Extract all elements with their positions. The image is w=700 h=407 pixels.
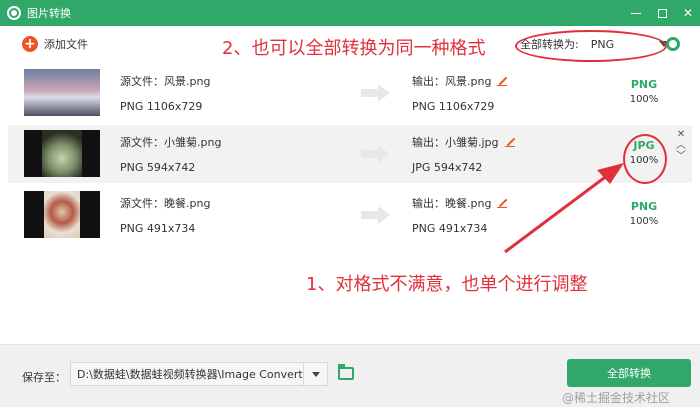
add-file-label: 添加文件 (44, 38, 88, 51)
format-label: PNG (630, 78, 658, 91)
close-icon: ✕ (682, 6, 694, 20)
add-icon: + (22, 36, 38, 52)
source-meta: PNG 491x734 (120, 222, 196, 235)
output-name: 输出：小雏菊.jpg (412, 136, 499, 149)
minimize-button[interactable] (630, 6, 642, 20)
arrow-right-icon (361, 84, 391, 102)
format-selector[interactable]: PNG 100% (622, 200, 666, 227)
annotation-ellipse-format (623, 134, 667, 184)
folder-icon[interactable] (338, 364, 354, 380)
minimize-icon (631, 13, 641, 14)
arrow-right-icon (361, 206, 391, 224)
annotation-ellipse-top (515, 30, 667, 62)
progress-label: 100% (629, 216, 659, 227)
save-path-select[interactable]: D:\数据蛙\数据蛙视频转换器\Image Converter (70, 362, 328, 386)
maximize-button[interactable] (656, 6, 668, 20)
thumbnail-landscape (24, 69, 100, 116)
save-to-label: 保存至： (22, 371, 66, 384)
source-meta: PNG 1106x729 (120, 100, 203, 113)
output-name: 输出：风景.png (412, 75, 492, 88)
output-name-field: 输出：晚餐.png (412, 195, 508, 211)
remove-row-button[interactable]: ✕ (675, 129, 687, 140)
output-meta: PNG 1106x729 (412, 100, 495, 113)
edit-icon[interactable] (497, 198, 508, 208)
save-path-dropdown-button[interactable] (303, 363, 327, 385)
thumbnail-dinner (24, 191, 100, 238)
close-button[interactable]: ✕ (682, 6, 694, 20)
row-controls: ✕ ︿ ﹀ (675, 129, 687, 162)
output-meta: PNG 491x734 (412, 222, 488, 235)
file-row[interactable]: 源文件：小雏菊.png PNG 594x742 输出：小雏菊.jpg JPG 5… (8, 125, 692, 183)
file-list: 源文件：风景.png PNG 1106x729 输出：风景.png PNG 11… (8, 64, 692, 244)
output-name: 输出：晚餐.png (412, 197, 492, 210)
move-down-icon[interactable]: ﹀ (675, 151, 687, 162)
window-title: 图片转换 (27, 7, 71, 20)
gear-icon[interactable] (666, 37, 680, 51)
thumbnail-daisy (24, 130, 100, 177)
move-up-icon[interactable]: ︿ (675, 140, 687, 151)
caret-down-icon (311, 371, 320, 377)
output-meta: JPG 594x742 (412, 161, 483, 174)
window-controls: ✕ (630, 0, 694, 26)
annotation-top: 2、也可以全部转换为同一种格式 (222, 38, 486, 59)
annotation-bottom: 1、对格式不满意，也单个进行调整 (306, 274, 588, 295)
progress-label: 100% (629, 94, 659, 105)
source-name: 源文件：小雏菊.png (120, 136, 222, 149)
format-selector[interactable]: PNG 100% (622, 78, 666, 105)
edit-icon[interactable] (497, 76, 508, 86)
file-row[interactable]: 源文件：风景.png PNG 1106x729 输出：风景.png PNG 11… (8, 64, 692, 122)
app-logo-icon (7, 6, 21, 20)
arrow-right-icon (361, 145, 391, 163)
maximize-icon (657, 9, 667, 18)
footer: 保存至： D:\数据蛙\数据蛙视频转换器\Image Converter 全部转… (0, 344, 700, 407)
watermark: @稀土掘金技术社区 (562, 391, 671, 405)
output-name-field: 输出：小雏菊.jpg (412, 134, 515, 150)
title-bar: 图片转换 ✕ (0, 0, 700, 26)
file-row[interactable]: 源文件：晚餐.png PNG 491x734 输出：晚餐.png PNG 491… (8, 186, 692, 244)
output-name-field: 输出：风景.png (412, 73, 508, 89)
source-meta: PNG 594x742 (120, 161, 196, 174)
edit-icon[interactable] (504, 137, 515, 147)
save-path-value: D:\数据蛙\数据蛙视频转换器\Image Converter (77, 368, 303, 381)
format-label: PNG (630, 200, 658, 213)
add-file-button[interactable]: + 添加文件 (22, 36, 88, 52)
source-name: 源文件：晚餐.png (120, 197, 211, 210)
source-name: 源文件：风景.png (120, 75, 211, 88)
convert-all-button[interactable]: 全部转换 (567, 359, 691, 387)
